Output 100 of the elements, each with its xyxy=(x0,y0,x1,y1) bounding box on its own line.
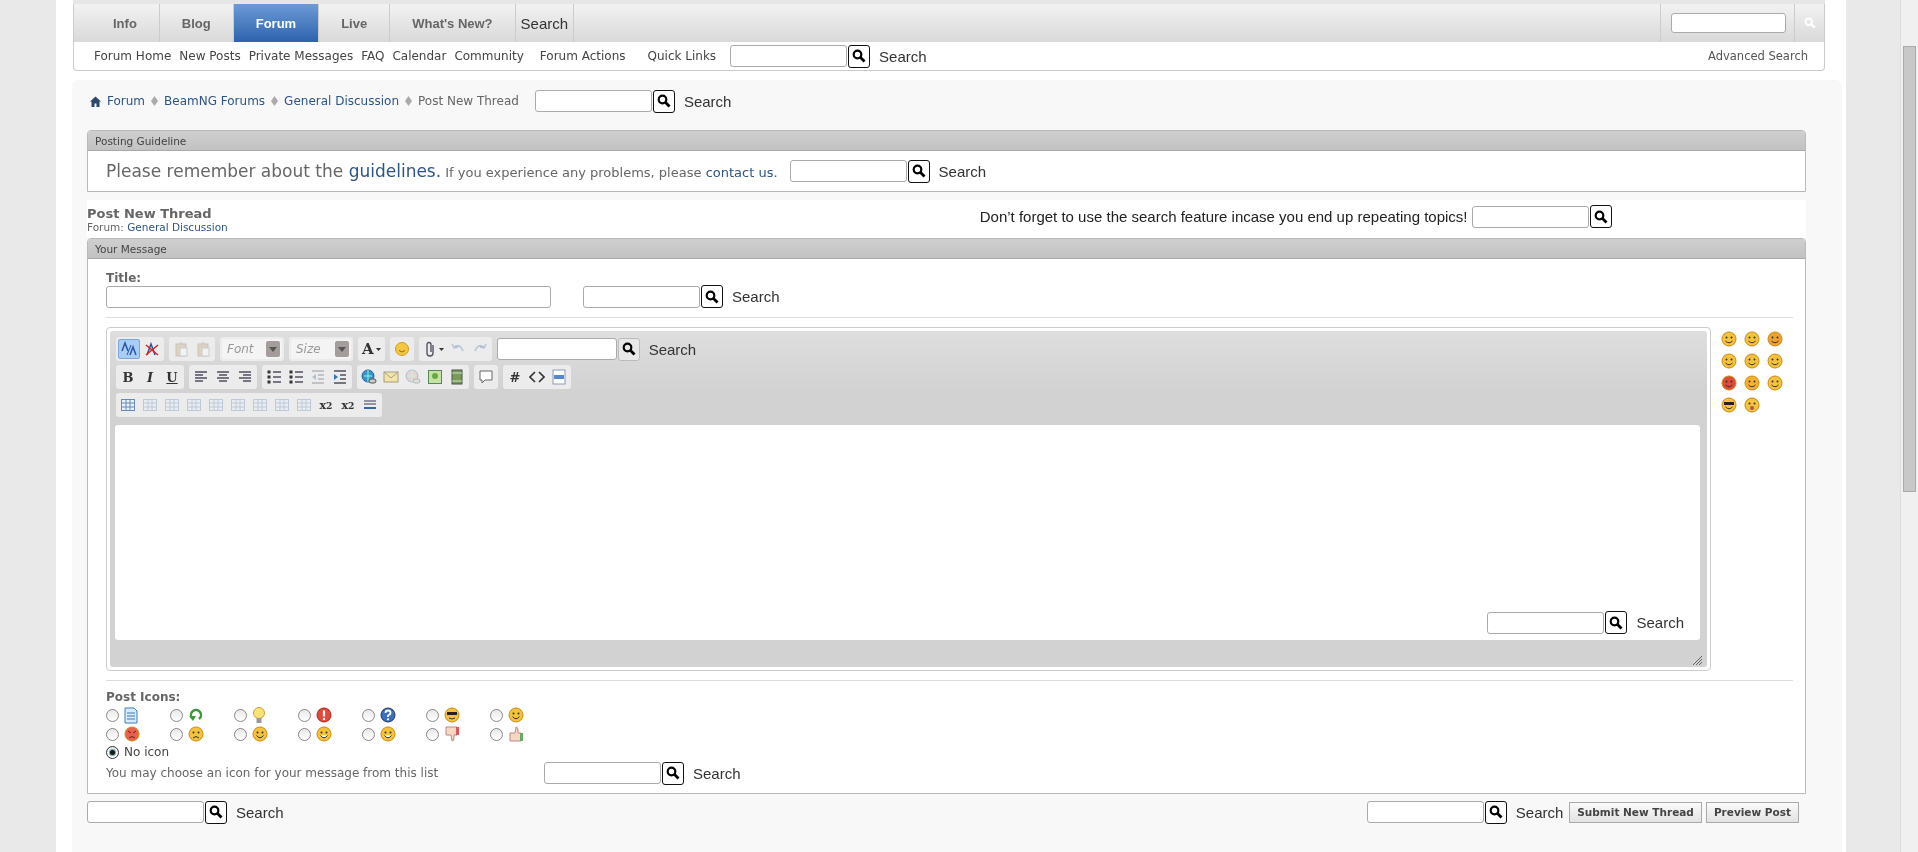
search-field[interactable] xyxy=(544,762,661,784)
image-button[interactable] xyxy=(425,367,445,387)
radio-button[interactable] xyxy=(298,708,311,722)
smiley-icon[interactable] xyxy=(1721,353,1737,369)
guidelines-link[interactable]: guidelines. xyxy=(348,161,442,181)
radio-button[interactable] xyxy=(490,727,503,741)
align-center-icon xyxy=(215,369,231,385)
text-color-button[interactable]: A xyxy=(360,339,383,359)
source-mode-button[interactable] xyxy=(118,339,140,359)
radio-button[interactable] xyxy=(426,708,439,722)
nav-link[interactable]: Forum Home xyxy=(94,49,172,63)
dropdown-caret-icon xyxy=(266,341,280,357)
search-button[interactable] xyxy=(652,89,675,113)
search-field[interactable] xyxy=(1671,13,1786,33)
search-field[interactable] xyxy=(534,90,652,112)
nav-tab[interactable]: Blog xyxy=(159,4,234,42)
scrollbar-thumb[interactable] xyxy=(1903,46,1916,492)
radio-button[interactable] xyxy=(362,708,375,722)
post-icons-label: Post Icons: xyxy=(106,690,182,704)
breadcrumb-current[interactable]: Post New Thread xyxy=(418,94,519,108)
search-button[interactable] xyxy=(907,159,930,183)
breadcrumb-link[interactable]: BeamNG Forums xyxy=(164,94,266,108)
search-label: Search xyxy=(236,803,284,821)
radio-button[interactable] xyxy=(490,708,503,722)
menu-link[interactable]: Forum Actions xyxy=(539,49,626,63)
breadcrumb-link[interactable]: Forum xyxy=(107,94,146,108)
search-button[interactable] xyxy=(1605,611,1628,634)
smiley-icon[interactable] xyxy=(1767,353,1783,369)
radio-button[interactable] xyxy=(298,727,311,741)
resize-grip-icon[interactable] xyxy=(1693,656,1702,665)
scrollbar[interactable] xyxy=(1900,0,1918,852)
search-button[interactable] xyxy=(662,761,684,785)
form-button[interactable]: Preview Post xyxy=(1705,801,1799,823)
nav-link[interactable]: Community xyxy=(454,49,524,63)
search-icon xyxy=(1488,805,1503,819)
nav-tab[interactable]: Live xyxy=(319,4,391,42)
search-button[interactable] xyxy=(1484,800,1507,824)
radio-button[interactable] xyxy=(234,727,247,741)
radio-button[interactable] xyxy=(426,727,439,741)
bullet-list-icon xyxy=(288,369,304,385)
search-button[interactable] xyxy=(1589,205,1612,228)
nav-tab[interactable]: Search xyxy=(515,4,575,42)
hash-button[interactable]: # xyxy=(505,367,525,387)
search-field[interactable] xyxy=(583,285,700,308)
search-label: Search xyxy=(732,288,780,305)
radio-button[interactable] xyxy=(362,727,375,741)
search-label: Search xyxy=(693,764,741,782)
smiley-icon[interactable] xyxy=(1744,353,1760,369)
title-field[interactable] xyxy=(106,285,551,308)
underline-button[interactable]: U xyxy=(162,367,182,387)
radio-button[interactable] xyxy=(106,745,119,759)
search-field[interactable] xyxy=(1487,611,1605,634)
link-button[interactable] xyxy=(359,367,379,387)
nav-link[interactable]: Private Messages xyxy=(248,49,354,63)
advanced-search-link[interactable]: Advanced Search xyxy=(1708,49,1808,63)
search-field[interactable] xyxy=(87,801,204,823)
smiley-icon[interactable] xyxy=(1744,375,1760,391)
search-field[interactable] xyxy=(496,338,617,360)
nav-link[interactable]: Calendar xyxy=(392,49,447,63)
contact-link[interactable]: contact us. xyxy=(705,165,778,180)
search-button[interactable] xyxy=(701,285,723,308)
search-field[interactable] xyxy=(1366,801,1484,823)
radio-button[interactable] xyxy=(106,708,119,722)
form-button[interactable]: Submit New Thread xyxy=(1569,801,1702,823)
smiley-icon[interactable] xyxy=(1721,331,1737,347)
italic-button[interactable]: I xyxy=(140,367,160,387)
nav-link[interactable]: FAQ xyxy=(361,49,385,63)
smiley-icon[interactable] xyxy=(1767,375,1783,391)
search-button[interactable] xyxy=(617,337,640,361)
category-link[interactable]: General Discussion xyxy=(127,221,228,233)
search-button[interactable] xyxy=(848,44,871,68)
nav-tab[interactable]: Forum xyxy=(233,4,320,42)
radio-button[interactable] xyxy=(170,727,183,741)
smiley-icon[interactable] xyxy=(1767,331,1783,347)
radio-button[interactable] xyxy=(234,708,247,722)
search-button[interactable] xyxy=(205,800,227,824)
angry-face-icon[interactable] xyxy=(1721,375,1737,391)
message-text-area[interactable]: Search xyxy=(115,425,1700,640)
paste-icon xyxy=(173,341,189,357)
search-field[interactable] xyxy=(1471,205,1589,228)
question-icon xyxy=(380,707,396,723)
nav-link[interactable]: New Posts xyxy=(179,49,241,63)
numbered-list-icon xyxy=(266,369,282,385)
menu-link[interactable]: Quick Links xyxy=(647,49,717,63)
caret-icon xyxy=(375,347,381,351)
search-field[interactable] xyxy=(789,160,907,182)
php-button[interactable] xyxy=(549,367,569,387)
smiley-icon[interactable] xyxy=(1744,331,1760,347)
nav-tab[interactable]: Info xyxy=(91,4,160,42)
radio-button[interactable] xyxy=(170,708,183,722)
bold-button[interactable]: B xyxy=(118,367,138,387)
smiley-icon xyxy=(316,726,332,742)
surprised-face-icon[interactable] xyxy=(1744,397,1760,413)
radio-button[interactable] xyxy=(106,727,119,741)
dropdown-caret-icon xyxy=(335,341,349,357)
breadcrumb-link[interactable]: General Discussion xyxy=(284,94,399,108)
align-left-icon xyxy=(193,369,209,385)
search-field[interactable] xyxy=(730,45,848,67)
sunglasses-face-icon[interactable] xyxy=(1721,397,1737,413)
nav-tab[interactable]: What's New? xyxy=(390,4,516,42)
